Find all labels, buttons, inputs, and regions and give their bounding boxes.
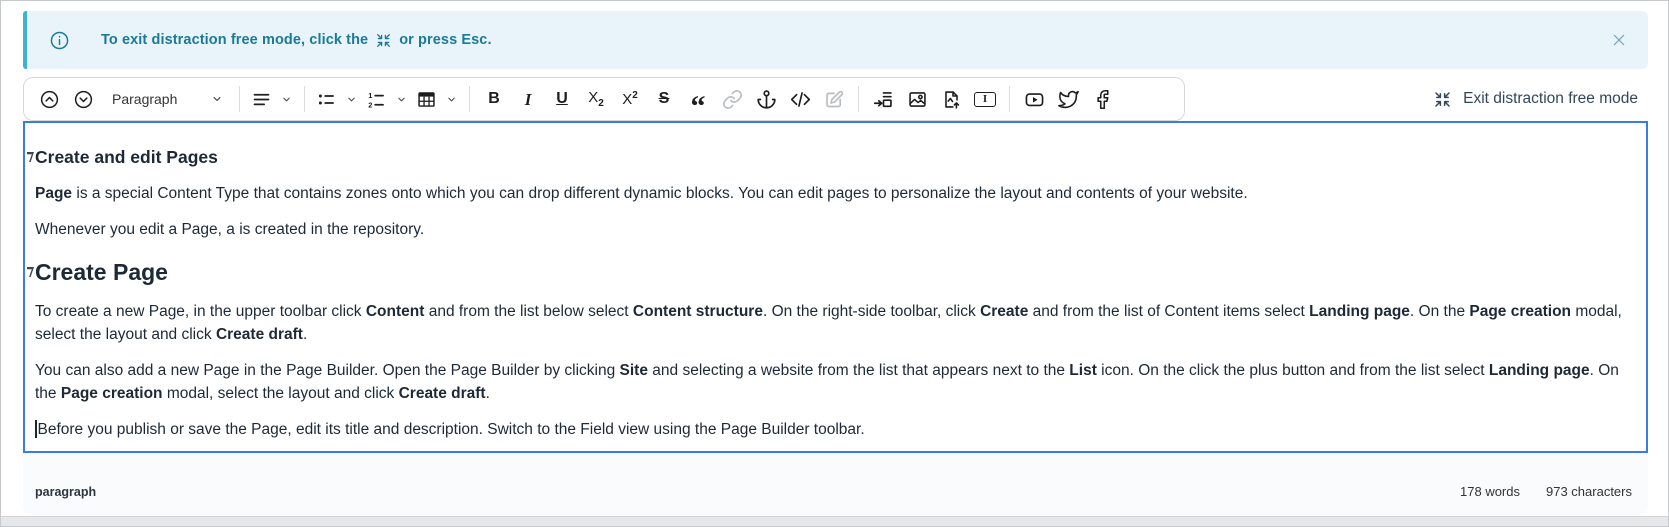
exit-distraction-free-button[interactable]: Exit distraction free mode bbox=[1433, 77, 1638, 121]
table-icon bbox=[416, 89, 437, 110]
exit-distraction-free-label: Exit distraction free mode bbox=[1463, 90, 1638, 108]
link-icon bbox=[722, 89, 743, 110]
toolbar-divider bbox=[239, 86, 240, 112]
embed-twitter-button[interactable] bbox=[1051, 82, 1085, 116]
insert-template-button[interactable] bbox=[866, 82, 900, 116]
next-block-button[interactable] bbox=[66, 82, 100, 116]
blockquote-icon: “ bbox=[691, 102, 706, 112]
underline-icon: U bbox=[556, 91, 568, 107]
insert-table-dropdown[interactable] bbox=[412, 82, 462, 116]
blockquote-button[interactable]: “ bbox=[681, 82, 715, 116]
facebook-icon bbox=[1092, 89, 1113, 110]
editor-status-bar: paragraph 178 words 973 characters bbox=[23, 453, 1648, 516]
insert-input-field-button[interactable]: I bbox=[968, 82, 1002, 116]
superscript-icon: X2 bbox=[622, 91, 638, 107]
toolbar-divider bbox=[858, 86, 859, 112]
toolbar-divider bbox=[469, 86, 470, 112]
heading-marker-icon bbox=[27, 152, 34, 162]
notification-message: To exit distraction free mode, click the… bbox=[101, 32, 492, 49]
subscript-button[interactable]: X2 bbox=[579, 82, 613, 116]
editor-heading[interactable]: Create Page bbox=[35, 257, 1632, 287]
character-count: 973 characters bbox=[1546, 484, 1632, 499]
underline-button[interactable]: U bbox=[545, 82, 579, 116]
italic-icon: I bbox=[525, 91, 532, 108]
bulleted-list-icon bbox=[316, 89, 337, 110]
bold-icon: B bbox=[488, 91, 500, 107]
editor-paragraph[interactable]: Page is a special Content Type that cont… bbox=[35, 182, 1632, 205]
numbered-list-dropdown[interactable] bbox=[362, 82, 412, 116]
chevron-down-icon bbox=[345, 93, 358, 106]
insert-image-button[interactable] bbox=[900, 82, 934, 116]
strikethrough-button[interactable]: S bbox=[647, 82, 681, 116]
editor-window: To exit distraction free mode, click the… bbox=[0, 0, 1669, 527]
notification-text-prefix: To exit distraction free mode, click the bbox=[101, 32, 368, 48]
bold-button[interactable]: B bbox=[477, 82, 511, 116]
current-block-type: paragraph bbox=[35, 485, 96, 499]
chevron-down-icon bbox=[445, 93, 458, 106]
youtube-icon bbox=[1024, 89, 1045, 110]
notification-text-suffix: or press Esc. bbox=[399, 32, 491, 48]
notification-banner: To exit distraction free mode, click the… bbox=[23, 11, 1648, 69]
info-icon bbox=[49, 30, 70, 51]
compress-icon bbox=[375, 32, 392, 49]
code-icon bbox=[790, 89, 811, 110]
editor-heading[interactable]: Create and edit Pages bbox=[35, 145, 1632, 169]
image-icon bbox=[907, 89, 928, 110]
embed-youtube-button[interactable] bbox=[1017, 82, 1051, 116]
rich-text-editing-area[interactable]: Create and edit Pages Page is a special C… bbox=[23, 121, 1648, 453]
code-block-button[interactable] bbox=[783, 82, 817, 116]
counters: 178 words 973 characters bbox=[1460, 484, 1632, 499]
toolbar-divider bbox=[1009, 86, 1010, 112]
anchor-button[interactable] bbox=[749, 82, 783, 116]
twitter-icon bbox=[1058, 89, 1079, 110]
link-button[interactable] bbox=[715, 82, 749, 116]
embed-facebook-button[interactable] bbox=[1085, 82, 1119, 116]
text-alignment-dropdown[interactable] bbox=[247, 82, 297, 116]
superscript-button[interactable]: X2 bbox=[613, 82, 647, 116]
strikethrough-icon: S bbox=[659, 91, 670, 107]
chevron-down-icon bbox=[395, 93, 408, 106]
editor-paragraph[interactable]: To create a new Page, in the upper toolb… bbox=[35, 300, 1632, 346]
insert-template-icon bbox=[873, 89, 894, 110]
edit-source-button[interactable] bbox=[817, 82, 851, 116]
editor-paragraph[interactable]: You can also add a new Page in the Page … bbox=[35, 359, 1632, 405]
toolbar-divider bbox=[304, 86, 305, 112]
input-field-icon: I bbox=[974, 92, 996, 107]
chevron-down-icon bbox=[280, 93, 293, 106]
chevron-down-icon bbox=[210, 92, 224, 106]
align-left-icon bbox=[251, 89, 272, 110]
image-upload-icon bbox=[941, 89, 962, 110]
heading-marker-icon bbox=[27, 267, 34, 277]
compress-icon bbox=[1433, 90, 1452, 109]
previous-block-button[interactable] bbox=[32, 82, 66, 116]
word-count: 178 words bbox=[1460, 484, 1520, 499]
text-cursor bbox=[35, 420, 37, 438]
paragraph-style-dropdown[interactable]: Paragraph bbox=[100, 82, 232, 116]
bulleted-list-dropdown[interactable] bbox=[312, 82, 362, 116]
subscript-icon: X2 bbox=[588, 90, 604, 109]
close-icon bbox=[1611, 32, 1627, 48]
numbered-list-icon bbox=[366, 89, 387, 110]
editor-toolbar: Paragraph B I U X2 X2 S “ bbox=[23, 77, 1185, 121]
upload-image-button[interactable] bbox=[934, 82, 968, 116]
circle-chevron-down-icon bbox=[73, 89, 94, 110]
paragraph-style-value: Paragraph bbox=[112, 91, 177, 107]
italic-button[interactable]: I bbox=[511, 82, 545, 116]
edit-pencil-icon bbox=[824, 89, 845, 110]
editor-paragraph[interactable]: Before you publish or save the Page, edi… bbox=[35, 418, 1632, 441]
close-notification-button[interactable] bbox=[1606, 27, 1632, 53]
window-bottom-edge bbox=[1, 516, 1668, 526]
circle-chevron-up-icon bbox=[39, 89, 60, 110]
anchor-icon bbox=[756, 89, 777, 110]
editor-paragraph[interactable]: Whenever you edit a Page, a is created i… bbox=[35, 218, 1632, 241]
